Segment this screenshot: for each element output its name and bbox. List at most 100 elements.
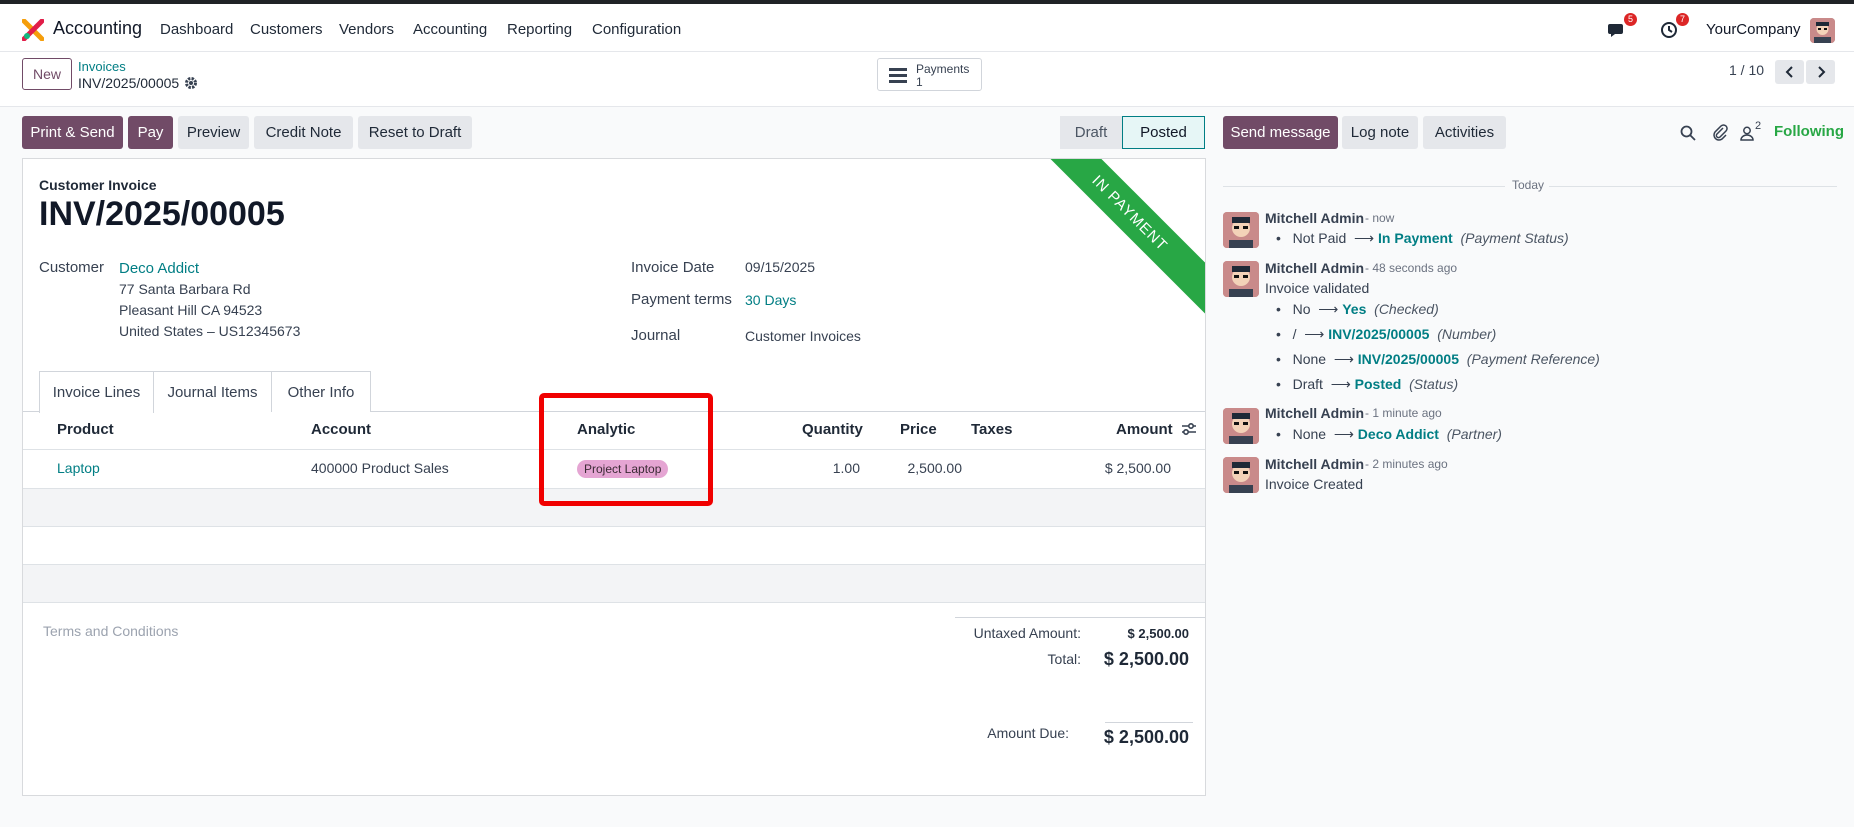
print-send-button[interactable]: Print & Send (22, 116, 123, 149)
preview-button[interactable]: Preview (178, 116, 249, 149)
tab-other-info[interactable]: Other Info (272, 371, 371, 412)
terms-and-conditions-input[interactable]: Terms and Conditions (43, 623, 178, 639)
payment-terms-label: Payment terms (631, 291, 732, 308)
menu-dashboard[interactable]: Dashboard (160, 21, 233, 38)
customer-address-line2: Pleasant Hill CA 94523 (119, 302, 263, 318)
amount-due-label: Amount Due: (987, 725, 1069, 741)
invoice-date-label: Invoice Date (631, 259, 715, 276)
message-author[interactable]: Mitchell Admin (1265, 260, 1364, 276)
accounting-app-icon[interactable] (22, 19, 44, 41)
following-button[interactable]: Following (1774, 123, 1844, 140)
menu-configuration[interactable]: Configuration (592, 21, 681, 38)
tracking-change: • Draft ⟶ Posted (Status) (1276, 376, 1459, 392)
change-from: None (1292, 426, 1327, 442)
cell-quantity[interactable]: 1.00 (833, 460, 860, 476)
message-author[interactable]: Mitchell Admin (1265, 405, 1364, 421)
messages-badge: 5 (1623, 13, 1637, 26)
message-body: Invoice validated (1265, 280, 1370, 296)
messages-button[interactable]: 5 (1608, 13, 1637, 39)
menu-vendors[interactable]: Vendors (339, 21, 394, 38)
tracking-change: • None ⟶ Deco Addict (Partner) (1276, 426, 1502, 442)
customer-link[interactable]: Deco Addict (119, 260, 199, 277)
cell-price[interactable]: 2,500.00 (908, 460, 963, 476)
pager-previous-button[interactable] (1775, 60, 1804, 84)
pay-button[interactable]: Pay (128, 116, 173, 149)
chevron-left-icon (1785, 66, 1793, 78)
log-note-button[interactable]: Log note (1342, 116, 1418, 149)
amount-due-divider (1105, 722, 1193, 723)
today-divider-left (1223, 186, 1505, 187)
tracking-change: • None ⟶ INV/2025/00005 (Payment Referen… (1276, 351, 1600, 367)
change-field: (Payment Status) (1460, 230, 1569, 246)
untaxed-amount-value: $ 2,500.00 (1127, 626, 1189, 641)
col-amount[interactable]: Amount (1116, 421, 1173, 438)
tab-invoice-lines[interactable]: Invoice Lines (39, 371, 154, 413)
change-from: No (1292, 301, 1311, 317)
change-field: (Status) (1409, 376, 1459, 392)
send-message-button[interactable]: Send message (1223, 116, 1338, 149)
invoice-date-field[interactable]: 09/15/2025 (745, 259, 815, 275)
activities-button[interactable]: 7 (1660, 13, 1689, 39)
change-from: / (1292, 326, 1297, 342)
author-avatar[interactable] (1223, 457, 1259, 493)
menu-reporting[interactable]: Reporting (507, 21, 572, 38)
breadcrumb-invoices[interactable]: Invoices (78, 59, 126, 74)
change-field: (Payment Reference) (1466, 351, 1600, 367)
status-posted[interactable]: Posted (1122, 116, 1205, 149)
col-account[interactable]: Account (311, 421, 371, 438)
payment-status-ribbon: IN PAYMENT (1021, 159, 1205, 322)
empty-row (23, 565, 1205, 602)
status-draft[interactable]: Draft (1060, 116, 1122, 149)
cell-amount[interactable]: $ 2,500.00 (1105, 460, 1171, 476)
tracking-change: • No ⟶ Yes (Checked) (1276, 301, 1439, 317)
change-to: In Payment (1378, 230, 1453, 246)
followers-icon[interactable] (1740, 126, 1754, 141)
chevron-right-icon (1817, 66, 1825, 78)
menu-accounting[interactable]: Accounting (413, 21, 487, 38)
row-divider (23, 602, 1205, 603)
user-avatar[interactable] (1810, 18, 1835, 43)
change-from: Draft (1292, 376, 1323, 392)
customer-label: Customer (39, 259, 105, 276)
message-author[interactable]: Mitchell Admin (1265, 210, 1364, 226)
gear-icon[interactable] (184, 76, 198, 90)
payment-terms-field[interactable]: 30 Days (745, 292, 796, 308)
activities-button[interactable]: Activities (1423, 116, 1506, 149)
col-product[interactable]: Product (57, 421, 114, 438)
message-author[interactable]: Mitchell Admin (1265, 456, 1364, 472)
cell-account[interactable]: 400000 Product Sales (311, 460, 449, 476)
col-taxes[interactable]: Taxes (971, 421, 1012, 438)
pager-next-button[interactable] (1806, 60, 1835, 84)
author-avatar[interactable] (1223, 212, 1259, 248)
payments-smart-button[interactable]: Payments 1 (877, 58, 982, 91)
author-avatar[interactable] (1223, 408, 1259, 444)
change-field: (Partner) (1446, 426, 1502, 442)
new-button[interactable]: New (22, 58, 72, 90)
total-value: $ 2,500.00 (1103, 649, 1189, 669)
col-quantity[interactable]: Quantity (802, 421, 863, 438)
col-price[interactable]: Price (900, 421, 937, 438)
reset-to-draft-button[interactable]: Reset to Draft (358, 116, 472, 149)
company-switcher[interactable]: YourCompany (1706, 21, 1801, 38)
clock-icon (1661, 22, 1677, 38)
search-icon[interactable] (1680, 125, 1696, 141)
pager-value[interactable]: 1 / 10 (1729, 62, 1764, 78)
payments-label: Payments (916, 62, 970, 76)
payments-count: 1 (916, 75, 923, 89)
credit-note-button[interactable]: Credit Note (254, 116, 353, 149)
cell-product[interactable]: Laptop (57, 460, 100, 476)
tab-journal-items[interactable]: Journal Items (154, 371, 272, 412)
totals-top-border (955, 617, 1205, 618)
author-avatar[interactable] (1223, 261, 1259, 297)
change-field: (Number) (1437, 326, 1497, 342)
paperclip-icon[interactable] (1712, 124, 1728, 141)
app-name[interactable]: Accounting (53, 18, 142, 39)
author-avatar-icon (1223, 408, 1259, 444)
column-settings-icon[interactable] (1181, 421, 1197, 437)
tracking-change: • / ⟶ INV/2025/00005 (Number) (1276, 326, 1497, 342)
breadcrumb-current: INV/2025/00005 (78, 75, 180, 91)
menu-customers[interactable]: Customers (250, 21, 323, 38)
total-label: Total: (1047, 651, 1081, 667)
message-time: - 1 minute ago (1365, 406, 1442, 420)
journal-field[interactable]: Customer Invoices (745, 328, 861, 344)
